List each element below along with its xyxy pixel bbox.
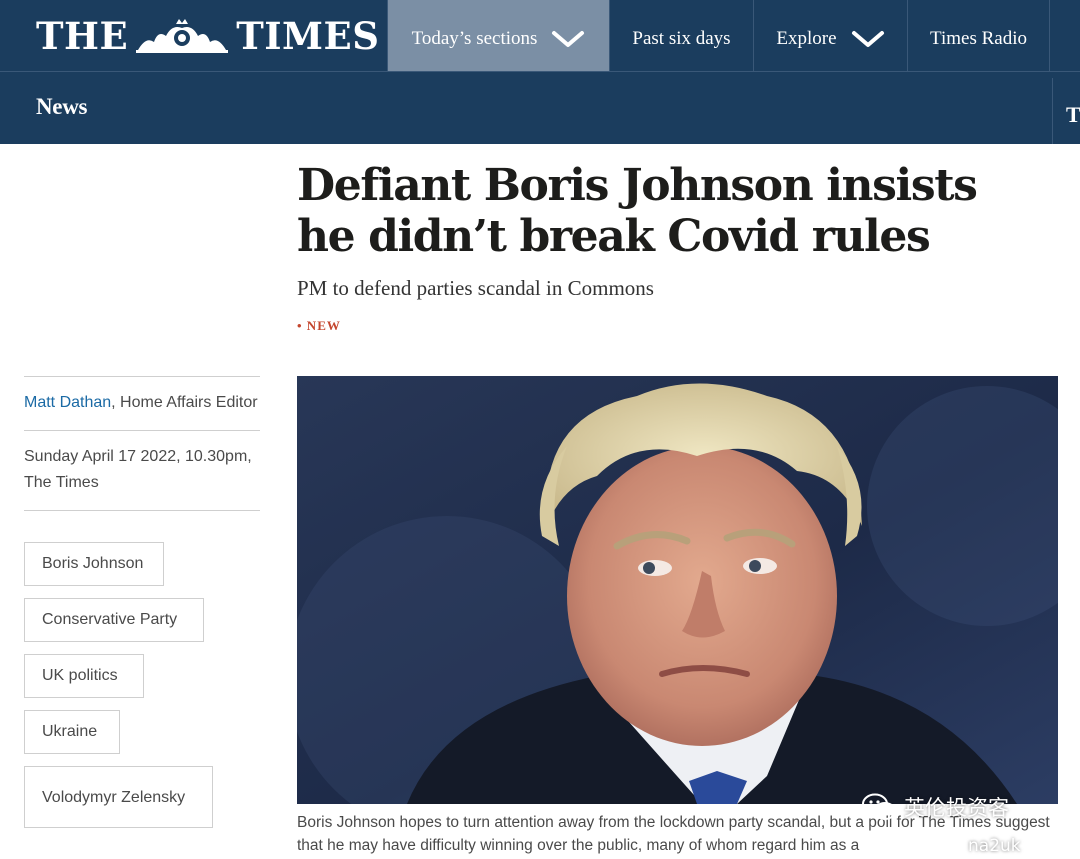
the-times-logo[interactable]: THE TIMES — [36, 14, 379, 58]
hero-photo — [297, 376, 1058, 804]
wechat-icon — [862, 793, 896, 820]
tag-volodymyr-zelensky[interactable]: Volodymyr Zelensky — [24, 766, 213, 828]
chevron-down-icon — [851, 31, 884, 47]
article-standfirst: PM to defend parties scandal in Commons — [297, 276, 654, 300]
logo-word-times: TIMES — [236, 14, 380, 58]
top-navigation-bar: THE TIMES Today’s sections Past six days… — [0, 0, 1080, 78]
watermark-handle: na2uk — [968, 836, 1021, 856]
author-role: , Home Affairs Editor — [111, 394, 258, 411]
section-bar: News T — [0, 72, 1080, 144]
logo-word-the: THE — [36, 14, 129, 58]
tag-boris-johnson[interactable]: Boris Johnson — [24, 542, 164, 586]
meta-divider — [24, 510, 260, 511]
hero-photo-illustration — [297, 376, 1058, 804]
article-headline: Defiant Boris Johnson insists he didn’t … — [297, 160, 978, 262]
nav-todays-sections-label: Today’s sections — [411, 28, 538, 49]
section-bar-divider — [1052, 78, 1053, 144]
royal-crest-icon — [136, 19, 229, 53]
chevron-down-icon — [552, 31, 585, 47]
new-badge: • NEW — [297, 318, 341, 333]
nav-overflow-edge — [1049, 0, 1080, 78]
nav-todays-sections[interactable]: Today’s sections — [387, 0, 609, 78]
nav-past-six-days[interactable]: Past six days — [609, 0, 753, 78]
nav-explore[interactable]: Explore — [753, 0, 907, 78]
nav-past-six-days-label: Past six days — [632, 28, 731, 49]
nav-explore-label: Explore — [776, 28, 837, 49]
tag-ukraine[interactable]: Ukraine — [24, 710, 120, 754]
section-bar-truncated-item[interactable]: T — [1066, 102, 1080, 128]
wechat-watermark: 英伦投资客 — [862, 792, 1009, 822]
watermark-text: 英伦投资客 — [904, 796, 1009, 820]
tag-conservative-party[interactable]: Conservative Party — [24, 598, 204, 642]
byline: Matt Dathan, Home Affairs Editor — [24, 377, 260, 430]
nav-times-radio[interactable]: Times Radio — [907, 0, 1049, 78]
article-meta: Matt Dathan, Home Affairs Editor Sunday … — [24, 376, 260, 511]
dateline: Sunday April 17 2022, 10.30pm, The Times — [24, 448, 252, 491]
author-link[interactable]: Matt Dathan — [24, 394, 111, 411]
section-news-link[interactable]: News — [36, 94, 87, 120]
nav-times-radio-label: Times Radio — [930, 28, 1027, 49]
tag-uk-politics[interactable]: UK politics — [24, 654, 144, 698]
